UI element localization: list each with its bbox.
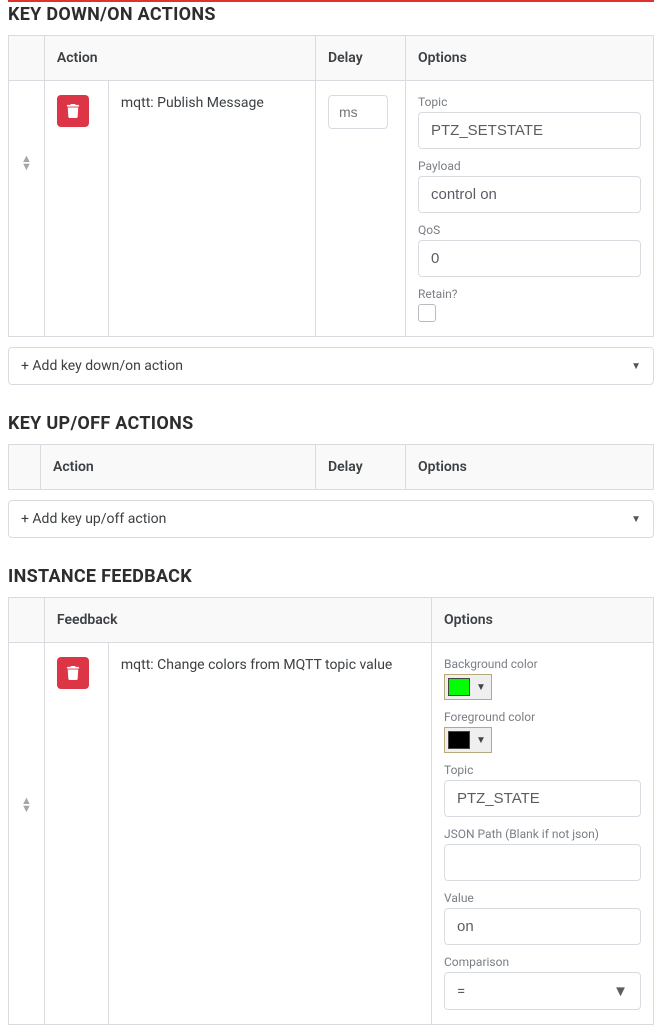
header-options: Options	[406, 445, 654, 490]
fb-topic-input[interactable]	[444, 780, 641, 817]
action-name: mqtt: Publish Message	[108, 81, 315, 337]
comparison-label: Comparison	[444, 955, 641, 969]
value-input[interactable]	[444, 908, 641, 945]
feedback-name: mqtt: Change colors from MQTT topic valu…	[108, 643, 431, 1025]
add-key-up-action-button[interactable]: + Add key up/off action ▼	[8, 500, 654, 538]
header-action: Action	[44, 36, 315, 81]
header-delay: Delay	[316, 36, 406, 81]
comparison-select[interactable]: = ▼	[444, 972, 641, 1010]
feedback-table: Feedback Options ▲▼ mqtt: Change colors …	[8, 597, 654, 1025]
delete-feedback-button[interactable]	[57, 657, 89, 689]
header-drag	[9, 36, 45, 81]
key-down-actions-table: Action Delay Options ▲▼ mqtt: Publish Me…	[8, 35, 654, 337]
qos-input[interactable]	[418, 240, 641, 277]
retain-label: Retain?	[418, 287, 641, 301]
fb-topic-label: Topic	[444, 763, 641, 777]
comparison-value: =	[457, 982, 465, 1000]
section-title-key-up: KEY UP/OFF ACTIONS	[8, 413, 654, 434]
qos-label: QoS	[418, 223, 641, 237]
topic-label: Topic	[418, 95, 641, 109]
fg-color-label: Foreground color	[444, 710, 641, 724]
chevron-down-icon: ▼	[631, 514, 641, 525]
feedback-row: ▲▼ mqtt: Change colors from MQTT topic v…	[9, 643, 654, 1025]
fg-color-swatch	[448, 731, 470, 749]
bg-color-swatch	[448, 678, 470, 696]
action-row: ▲▼ mqtt: Publish Message Topic Payload Q…	[9, 81, 654, 337]
bg-color-label: Background color	[444, 657, 641, 671]
section-title-key-down: KEY DOWN/ON ACTIONS	[8, 0, 654, 25]
payload-input[interactable]	[418, 176, 641, 213]
trash-icon	[66, 666, 80, 680]
jsonpath-input[interactable]	[444, 844, 641, 881]
header-delay: Delay	[316, 445, 406, 490]
section-title-feedback: INSTANCE FEEDBACK	[8, 566, 654, 587]
header-drag	[9, 445, 41, 490]
topic-input[interactable]	[418, 112, 641, 149]
header-drag	[9, 598, 45, 643]
jsonpath-label: JSON Path (Blank if not json)	[444, 827, 641, 841]
header-action: Action	[41, 445, 316, 490]
fg-color-picker[interactable]: ▼	[444, 727, 492, 753]
add-key-down-label: + Add key down/on action	[21, 358, 183, 374]
retain-checkbox[interactable]	[418, 304, 436, 322]
chevron-down-icon: ▼	[474, 682, 488, 693]
chevron-down-icon: ▼	[474, 735, 488, 746]
chevron-down-icon: ▼	[613, 982, 628, 1000]
trash-icon	[66, 104, 80, 118]
delete-action-button[interactable]	[57, 95, 89, 127]
chevron-down-icon: ▼	[631, 361, 641, 372]
drag-handle-icon[interactable]: ▲▼	[21, 657, 32, 813]
header-options: Options	[432, 598, 654, 643]
header-options: Options	[406, 36, 654, 81]
bg-color-picker[interactable]: ▼	[444, 674, 492, 700]
delay-input[interactable]	[328, 95, 388, 129]
drag-handle-icon[interactable]: ▲▼	[21, 95, 32, 171]
header-feedback: Feedback	[44, 598, 431, 643]
value-label: Value	[444, 891, 641, 905]
add-key-down-action-button[interactable]: + Add key down/on action ▼	[8, 347, 654, 385]
add-key-up-label: + Add key up/off action	[21, 511, 166, 527]
key-up-actions-table: Action Delay Options	[8, 444, 654, 490]
payload-label: Payload	[418, 159, 641, 173]
